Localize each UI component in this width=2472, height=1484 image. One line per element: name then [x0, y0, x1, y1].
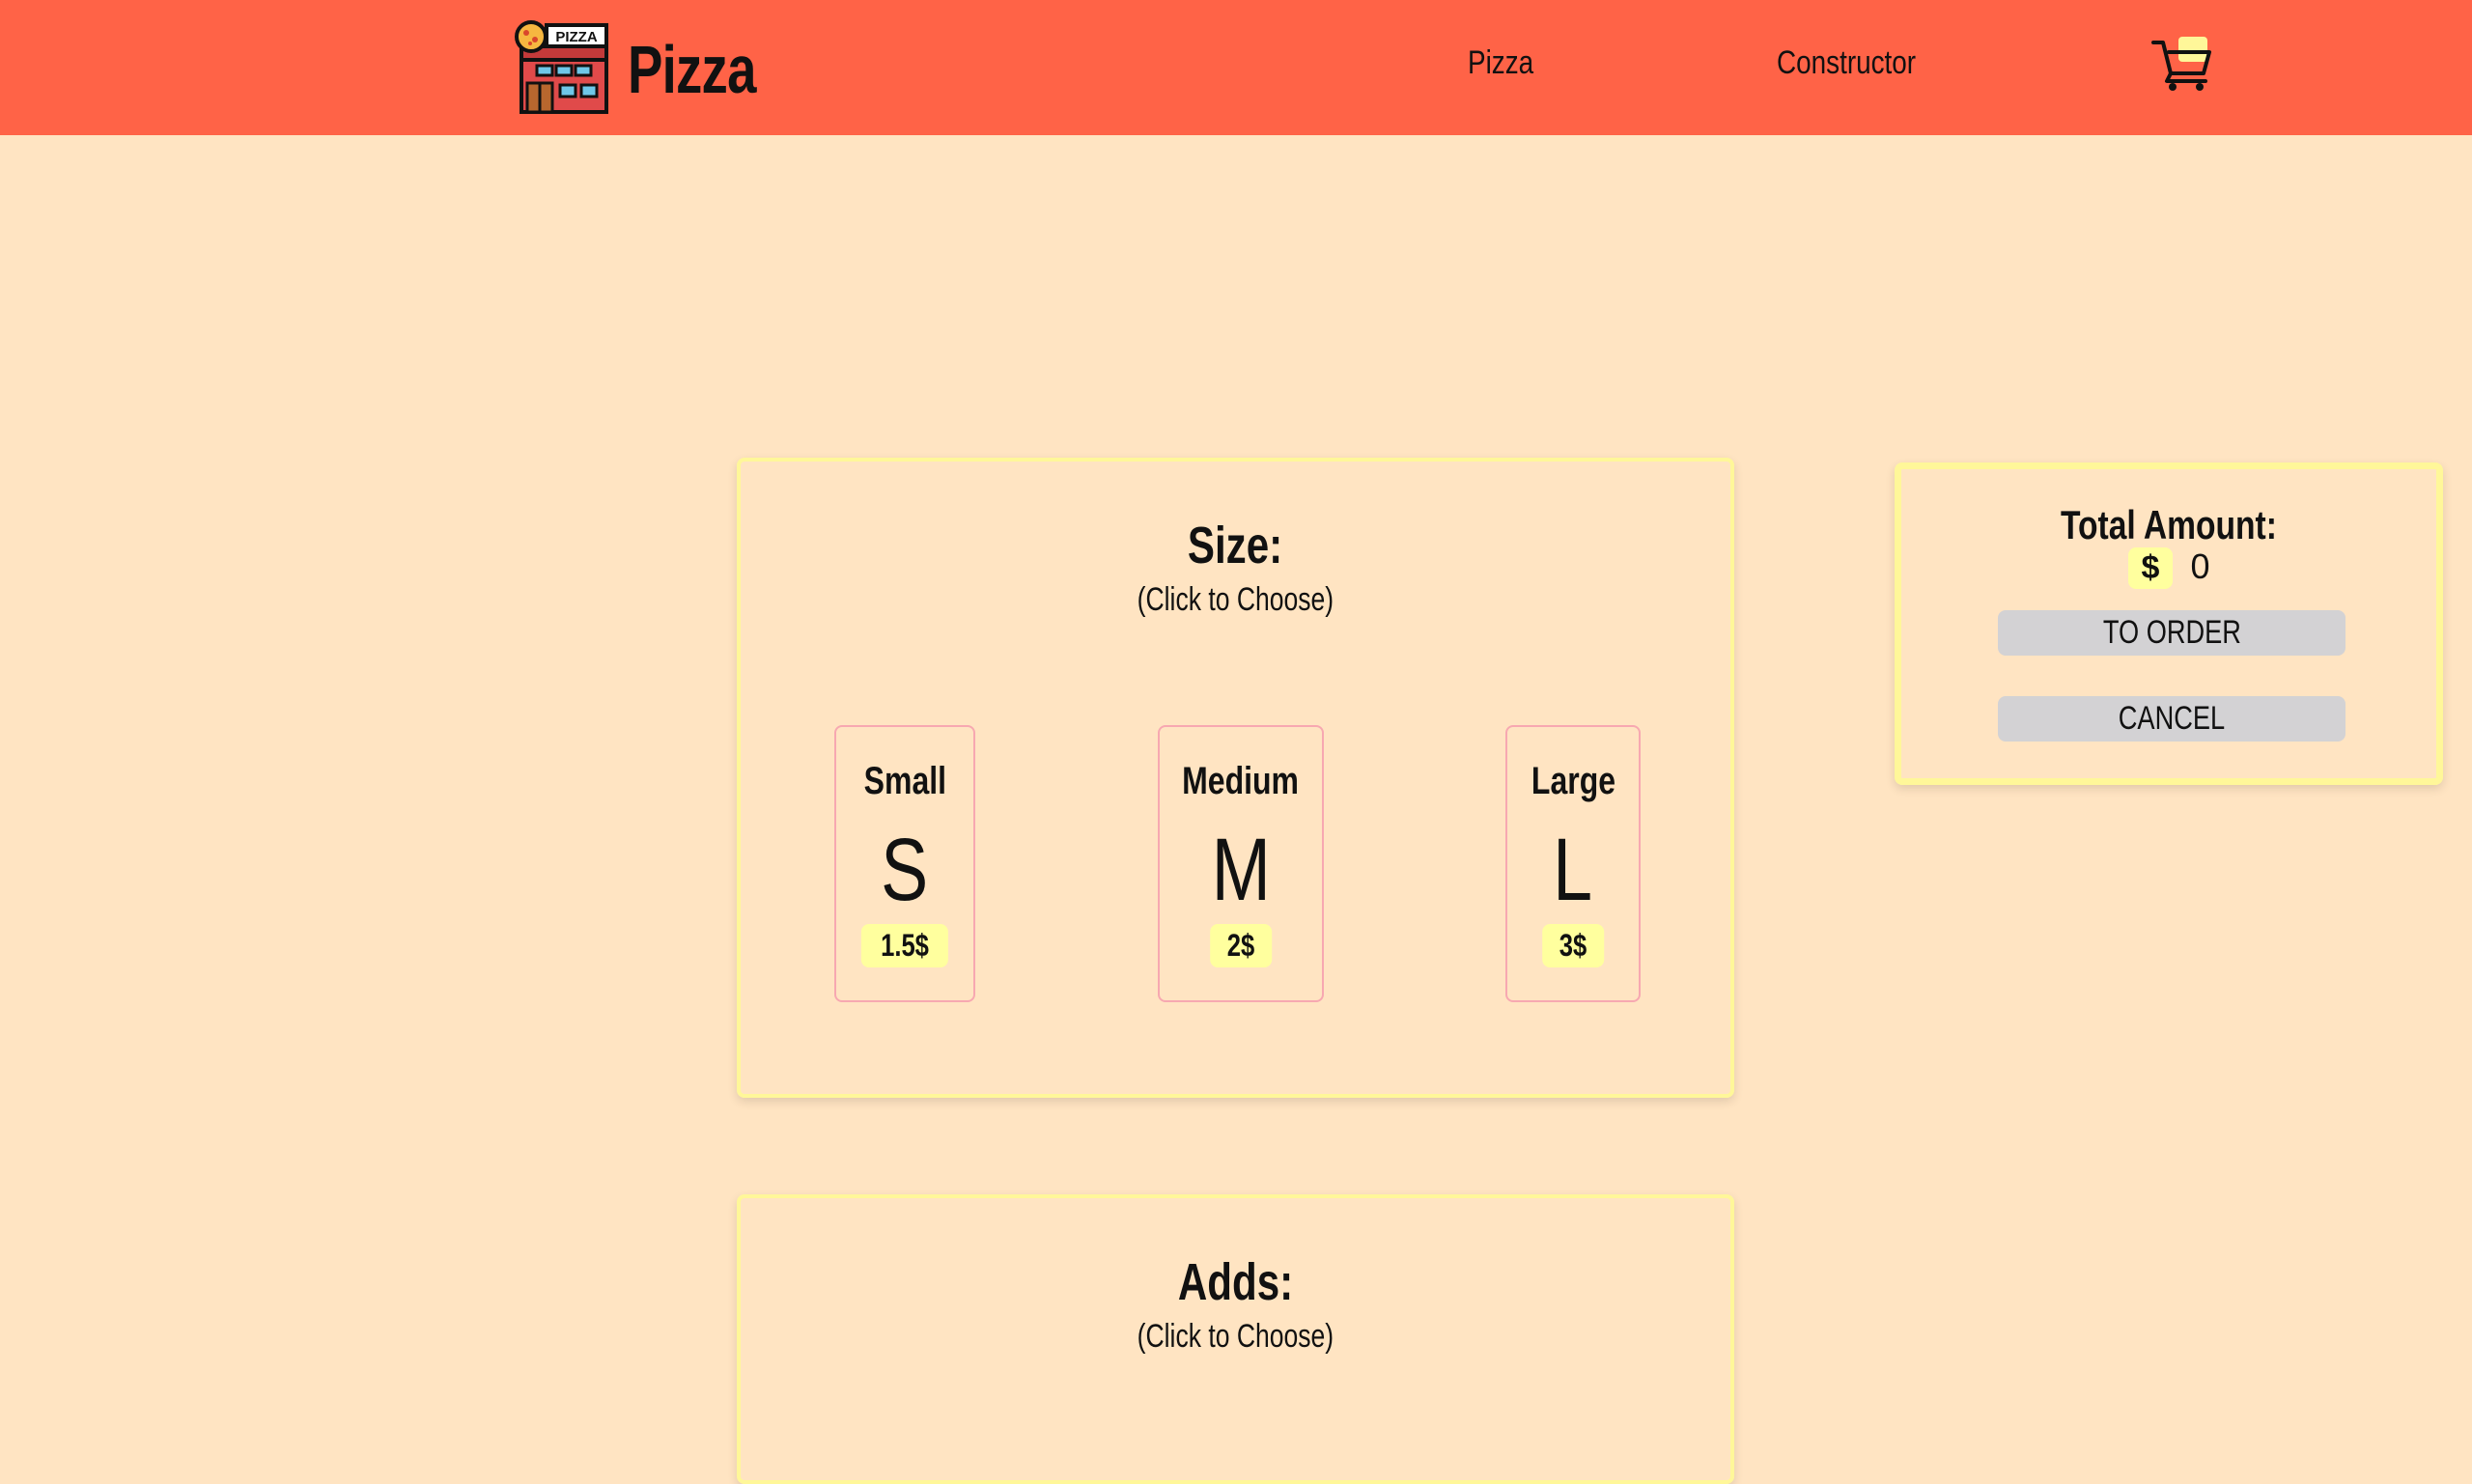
total-amount-label: Total Amount:	[2061, 502, 2277, 547]
currency-badge: $	[2127, 547, 2174, 589]
cancel-button[interactable]: CANCEL	[1998, 696, 2346, 742]
size-subtitle: (Click to Choose)	[1137, 581, 1334, 618]
order-summary-panel: Total Amount: $ 0 TO ORDER CANCEL	[1895, 462, 2443, 785]
pizza-shop-icon[interactable]: PIZZA	[512, 19, 612, 116]
logo-sign-text: PIZZA	[555, 29, 597, 45]
total-amount-value: 0	[2190, 546, 2210, 586]
size-option-medium[interactable]: Medium M 2$	[1158, 725, 1324, 1002]
adds-title: Adds:	[1177, 1253, 1294, 1311]
size-option-large[interactable]: Large L 3$	[1505, 725, 1641, 1002]
size-price-badge: 1.5$	[860, 924, 949, 967]
size-panel: Size: (Click to Choose) Small S 1.5$ Med…	[737, 458, 1734, 1098]
size-letter: M	[1211, 821, 1271, 919]
size-letter: S	[881, 821, 929, 919]
nav-link-constructor[interactable]: Constructor	[1777, 44, 1916, 82]
shopping-cart-icon[interactable]	[2151, 35, 2213, 93]
to-order-button[interactable]: TO ORDER	[1998, 610, 2346, 656]
top-navbar: PIZZA Pizza Pizza Constructor	[0, 0, 2472, 135]
size-price-badge: 3$	[1542, 924, 1604, 967]
size-option-small[interactable]: Small S 1.5$	[834, 725, 975, 1002]
size-name: Small	[863, 760, 946, 802]
size-letter: L	[1553, 821, 1593, 919]
adds-subtitle: (Click to Choose)	[1137, 1318, 1334, 1355]
size-name: Medium	[1182, 760, 1300, 802]
adds-panel: Adds: (Click to Choose)	[737, 1194, 1734, 1484]
size-title: Size:	[1188, 517, 1283, 574]
total-amount-row: $ 0	[1901, 546, 2436, 589]
nav-link-pizza[interactable]: Pizza	[1468, 44, 1533, 82]
size-price-badge: 2$	[1210, 924, 1272, 967]
size-name: Large	[1531, 760, 1615, 802]
brand-title[interactable]: Pizza	[628, 31, 756, 108]
